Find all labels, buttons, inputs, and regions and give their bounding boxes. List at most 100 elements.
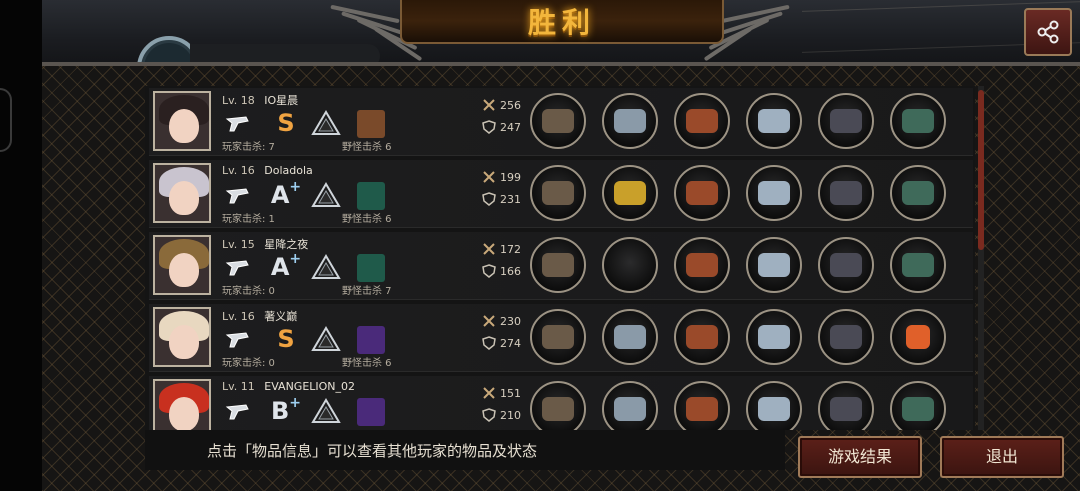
item-slot[interactable] <box>818 309 874 365</box>
player-grade: S <box>269 108 303 138</box>
item-slot[interactable] <box>602 165 658 221</box>
share-icon <box>1037 20 1059 44</box>
player-kills: 玩家击杀: 7 <box>222 142 275 153</box>
player-level: Lv. 16 <box>222 310 255 323</box>
item-slot[interactable] <box>818 165 874 221</box>
item-slot[interactable] <box>602 93 658 149</box>
item-slot[interactable] <box>890 381 946 430</box>
bracer-icon <box>902 397 934 421</box>
defense-value: 247 <box>500 120 521 134</box>
shield-icon <box>482 336 496 350</box>
player-kills: 玩家击杀: 1 <box>222 214 275 225</box>
player-avatar[interactable] <box>153 163 211 223</box>
game-result-button[interactable]: 游戏结果 <box>798 436 922 478</box>
player-avatar[interactable] <box>153 307 211 367</box>
player-avatar[interactable] <box>153 91 211 151</box>
player-level-name: Lv. 15 星降之夜 <box>222 236 308 252</box>
scythe-icon <box>542 181 574 205</box>
defense-value: 274 <box>500 336 521 350</box>
player-level: Lv. 18 <box>222 94 255 107</box>
item-slot[interactable] <box>746 309 802 365</box>
scrollbar[interactable] <box>978 86 984 430</box>
monster-kills: 野怪击杀 6 <box>342 214 392 225</box>
item-slot[interactable] <box>530 381 586 430</box>
goggles-icon <box>902 109 934 133</box>
player-list[interactable]: Lv. 18 IO星晨 S 玩家击杀: 7 野怪击杀 6 256 247 Lv.… <box>145 86 975 430</box>
player-kills: 玩家击杀: 0 <box>222 286 275 297</box>
monster-kills: 野怪击杀 7 <box>342 286 392 297</box>
item-slot[interactable] <box>890 237 946 293</box>
item-slot[interactable] <box>890 309 946 365</box>
crossed-swords-icon <box>483 171 495 183</box>
player-row[interactable]: Lv. 18 IO星晨 S 玩家击杀: 7 野怪击杀 6 256 247 <box>149 88 973 156</box>
item-slot[interactable] <box>674 381 730 430</box>
grade-letter: B <box>270 397 290 425</box>
attack-value: 151 <box>500 386 521 400</box>
defense-stat: 247 <box>482 120 521 134</box>
item-slot[interactable] <box>530 237 586 293</box>
item-slot[interactable] <box>818 381 874 430</box>
item-slot[interactable] <box>674 237 730 293</box>
player-row[interactable]: Lv. 11 EVANGELION_02 B+ 151 210 <box>149 376 973 430</box>
item-slot[interactable] <box>602 237 658 293</box>
scroll-thumb[interactable] <box>978 90 984 250</box>
item-slot[interactable] <box>818 237 874 293</box>
attack-stat: 151 <box>482 386 521 400</box>
defense-value: 231 <box>500 192 521 206</box>
knife-icon <box>223 182 253 208</box>
player-level-name: Lv. 18 IO星晨 <box>222 92 298 108</box>
attack-value: 230 <box>500 314 521 328</box>
boots-icon <box>830 253 862 277</box>
victory-banner: 胜利 <box>400 0 724 44</box>
player-level: Lv. 16 <box>222 164 255 177</box>
attack-value: 199 <box>500 170 521 184</box>
monster-icon <box>357 254 385 282</box>
item-slot[interactable] <box>674 165 730 221</box>
attack-stat: 199 <box>482 170 521 184</box>
boots-icon <box>830 325 862 349</box>
item-slot[interactable] <box>530 165 586 221</box>
victory-title: 胜利 <box>527 6 596 39</box>
player-level-name: Lv. 16 Doladola <box>222 164 313 177</box>
player-name: IO星晨 <box>264 94 299 107</box>
arm-blade-icon <box>758 181 790 205</box>
empty-slot-icon <box>614 253 646 277</box>
item-slot[interactable] <box>746 165 802 221</box>
player-row[interactable]: Lv. 16 Doladola A+ 玩家击杀: 1 野怪击杀 6 199 23… <box>149 160 973 228</box>
defense-stat: 231 <box>482 192 521 206</box>
hexagon-icon <box>311 398 341 424</box>
item-slot[interactable] <box>890 165 946 221</box>
boots-icon <box>830 109 862 133</box>
item-slot[interactable] <box>602 381 658 430</box>
diamond-icon <box>311 254 341 280</box>
dice-icon <box>906 325 930 349</box>
player-avatar[interactable] <box>153 379 211 430</box>
item-slot[interactable] <box>890 93 946 149</box>
shield-icon <box>482 264 496 278</box>
item-slot[interactable] <box>674 93 730 149</box>
defense-value: 166 <box>500 264 521 278</box>
player-level: Lv. 15 <box>222 238 255 251</box>
share-button[interactable] <box>1024 8 1072 56</box>
player-avatar[interactable] <box>153 235 211 295</box>
defense-stat: 274 <box>482 336 521 350</box>
exit-button[interactable]: 退出 <box>940 436 1064 478</box>
player-level: Lv. 11 <box>222 380 255 393</box>
item-slot[interactable] <box>530 309 586 365</box>
item-slot[interactable] <box>746 381 802 430</box>
item-slot[interactable] <box>818 93 874 149</box>
player-name: 著义巅 <box>264 310 298 323</box>
player-row[interactable]: Lv. 16 著义巅 S 玩家击杀: 0 野怪击杀 6 230 274 <box>149 304 973 372</box>
item-slot[interactable] <box>746 237 802 293</box>
player-grade: S <box>269 324 303 354</box>
attack-value: 256 <box>500 98 521 112</box>
grade-letter: S <box>277 325 295 353</box>
triangle-icon <box>311 110 341 136</box>
item-slot[interactable] <box>674 309 730 365</box>
item-slot[interactable] <box>530 93 586 149</box>
player-row[interactable]: Lv. 15 星降之夜 A+ 玩家击杀: 0 野怪击杀 7 172 166 <box>149 232 973 300</box>
item-slot[interactable] <box>602 309 658 365</box>
item-slot[interactable] <box>746 93 802 149</box>
defense-value: 210 <box>500 408 521 422</box>
armor-icon <box>686 325 718 349</box>
